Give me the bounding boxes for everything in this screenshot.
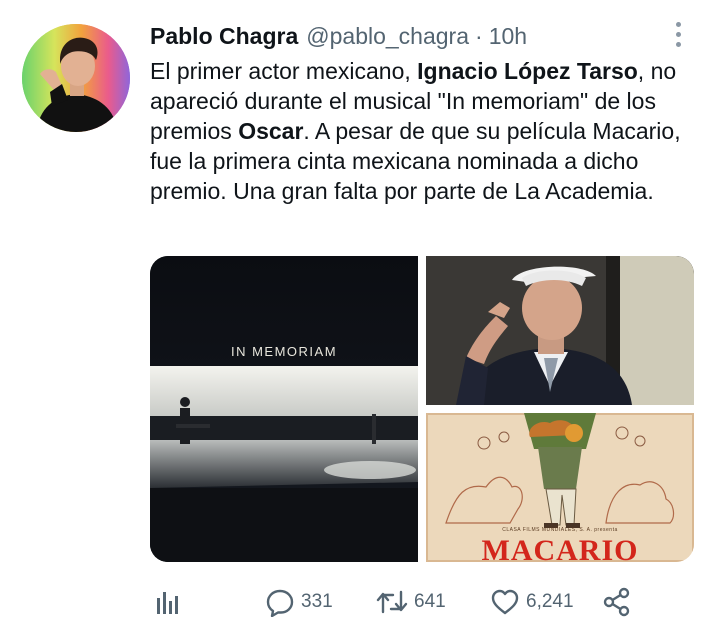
more-options-icon[interactable] (664, 20, 692, 48)
tweet-text: El primer actor mexicano, Ignacio López … (150, 56, 695, 206)
share-button[interactable] (602, 584, 632, 620)
media-image-actor-photo[interactable] (426, 256, 694, 405)
reply-button[interactable]: 331 (265, 584, 333, 620)
tweet-text-bold: Oscar (238, 118, 304, 144)
tweet-header: Pablo Chagra @pablo_chagra · 10h (150, 20, 527, 52)
like-button[interactable]: 6,241 (490, 584, 574, 620)
tweet-card[interactable]: Pablo Chagra @pablo_chagra · 10h El prim… (0, 0, 712, 631)
media-image-macario-poster[interactable]: CLASA FILMS MUNDIALES, S. A. presenta MA… (426, 413, 694, 562)
heart-icon (491, 589, 519, 615)
poster-credit: CLASA FILMS MUNDIALES, S. A. presenta (502, 527, 618, 533)
reply-icon (266, 589, 294, 617)
separator-dot: · (475, 22, 483, 49)
author-name[interactable]: Pablo Chagra (150, 23, 298, 50)
retweet-button[interactable]: 641 (376, 584, 446, 620)
retweet-count: 641 (414, 591, 446, 612)
avatar[interactable] (22, 24, 130, 132)
tweet-text-bold: Ignacio López Tarso (417, 58, 638, 84)
tweet-text-segment: El primer actor mexicano, (150, 58, 418, 84)
poster-title: MACARIO (481, 534, 639, 562)
share-icon (603, 587, 630, 617)
retweet-icon (376, 590, 408, 614)
like-count: 6,241 (526, 591, 574, 612)
media-grid: IN MEMORIAM CLASA FILMS MUNDIALES, S. A.… (150, 256, 694, 562)
reply-count: 331 (301, 591, 333, 612)
media-image-in-memoriam[interactable]: IN MEMORIAM (150, 256, 418, 562)
action-bar: 331 641 6,241 (150, 584, 695, 620)
author-handle[interactable]: @pablo_chagra (306, 23, 469, 50)
analytics-icon (157, 592, 178, 614)
timestamp[interactable]: 10h (489, 23, 527, 50)
analytics-button[interactable] (154, 584, 182, 620)
in-memoriam-caption: IN MEMORIAM (230, 344, 338, 359)
